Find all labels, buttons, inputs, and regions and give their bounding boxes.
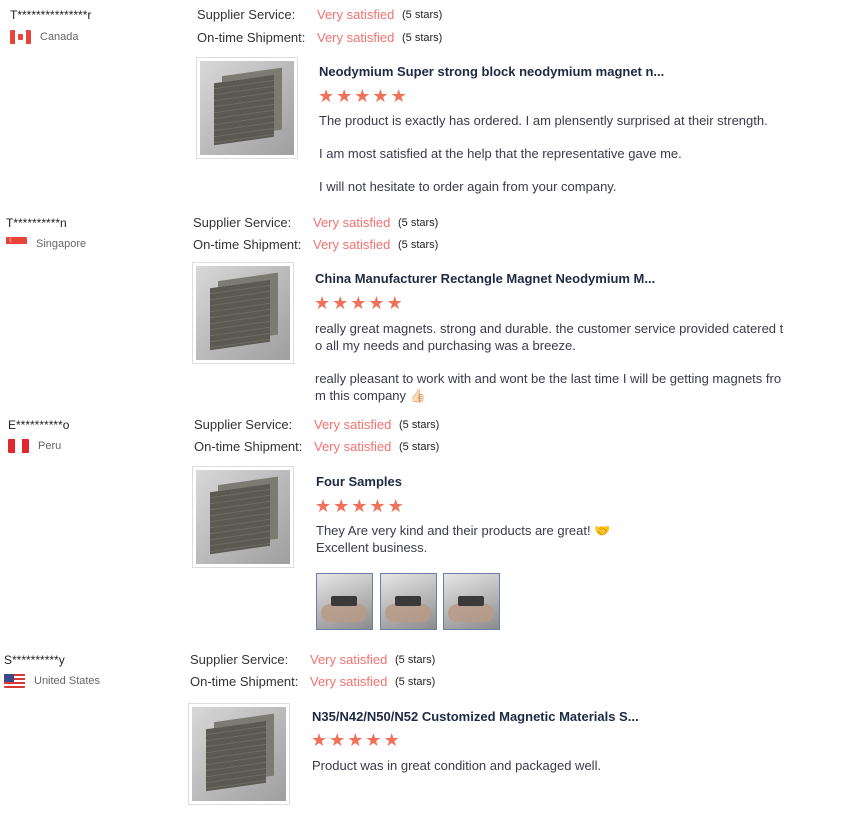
- buyer-name: T***************r: [10, 8, 92, 22]
- star-icon: ★: [333, 496, 350, 516]
- buyer-country: ☾ Singapore: [6, 237, 86, 251]
- star-icon: ★: [329, 730, 346, 750]
- shipment-rating: On-time Shipment: Very satisfied (5 star…: [194, 439, 440, 454]
- star-icon: ★: [314, 293, 331, 313]
- star-icon: ★: [368, 293, 385, 313]
- review-photo[interactable]: [316, 573, 373, 630]
- buyer-name: S**********y: [4, 653, 65, 667]
- product-title-link[interactable]: N35/N42/N50/N52 Customized Magnetic Mate…: [312, 709, 639, 724]
- shipment-rating: On-time Shipment: Very satisfied (5 star…: [193, 237, 439, 252]
- product-thumbnail[interactable]: [192, 262, 294, 364]
- product-thumbnail[interactable]: [192, 466, 294, 568]
- review-stars: ★ ★ ★ ★ ★: [318, 87, 407, 105]
- star-icon: ★: [315, 496, 332, 516]
- review-card: S**********y United States Supplier Serv…: [0, 645, 857, 816]
- product-thumbnail[interactable]: [196, 57, 298, 159]
- buyer-country: United States: [4, 674, 100, 688]
- review-card: T**********n ☾ Singapore Supplier Servic…: [0, 208, 857, 408]
- review-text: Product was in great condition and packa…: [312, 758, 602, 773]
- star-icon: ★: [332, 293, 349, 313]
- supplier-service-rating: Supplier Service: Very satisfied (5 star…: [193, 215, 439, 230]
- united-states-flag-icon: [4, 674, 25, 688]
- review-card: T***************r Canada Supplier Servic…: [0, 0, 857, 205]
- shipment-rating: On-time Shipment: Very satisfied (5 star…: [190, 674, 436, 689]
- star-icon: ★: [311, 730, 328, 750]
- review-photo[interactable]: [443, 573, 500, 630]
- peru-flag-icon: [8, 439, 29, 453]
- supplier-service-rating: Supplier Service: Very satisfied (5 star…: [197, 7, 443, 22]
- review-text: really great magnets. strong and durable…: [315, 321, 784, 403]
- buyer-country: Peru: [8, 439, 61, 453]
- star-icon: ★: [372, 86, 389, 106]
- shipment-rating: On-time Shipment: Very satisfied (5 star…: [197, 30, 443, 45]
- star-icon: ★: [369, 496, 386, 516]
- buyer-name: E**********o: [8, 418, 70, 432]
- star-icon: ★: [383, 730, 400, 750]
- country-label: Singapore: [36, 238, 87, 250]
- star-icon: ★: [365, 730, 382, 750]
- review-stars: ★ ★ ★ ★ ★: [315, 497, 404, 515]
- review-photo[interactable]: [380, 573, 437, 630]
- supplier-service-rating: Supplier Service: Very satisfied (5 star…: [194, 417, 440, 432]
- country-label: Canada: [40, 31, 79, 43]
- product-title-link[interactable]: Four Samples: [316, 474, 402, 489]
- country-label: Peru: [38, 440, 62, 452]
- star-icon: ★: [354, 86, 371, 106]
- singapore-flag-icon: ☾: [6, 237, 27, 251]
- supplier-service-rating: Supplier Service: Very satisfied (5 star…: [190, 652, 436, 667]
- canada-flag-icon: [10, 30, 31, 44]
- buyer-country: Canada: [10, 30, 79, 44]
- star-icon: ★: [336, 86, 353, 106]
- buyer-name: T**********n: [6, 216, 67, 230]
- star-icon: ★: [390, 86, 407, 106]
- star-icon: ★: [318, 86, 335, 106]
- product-title-link[interactable]: Neodymium Super strong block neodymium m…: [319, 64, 664, 79]
- star-icon: ★: [350, 293, 367, 313]
- review-text: They Are very kind and their products ar…: [316, 523, 611, 555]
- review-stars: ★ ★ ★ ★ ★: [311, 731, 400, 749]
- review-card: E**********o Peru Supplier Service: Very…: [0, 410, 857, 645]
- product-thumbnail[interactable]: [188, 703, 290, 805]
- country-label: United States: [34, 675, 101, 687]
- product-title-link[interactable]: China Manufacturer Rectangle Magnet Neod…: [315, 271, 655, 286]
- star-icon: ★: [351, 496, 368, 516]
- review-stars: ★ ★ ★ ★ ★: [314, 294, 403, 312]
- star-icon: ★: [386, 293, 403, 313]
- review-text: The product is exactly has ordered. I am…: [319, 113, 768, 194]
- star-icon: ★: [387, 496, 404, 516]
- star-icon: ★: [347, 730, 364, 750]
